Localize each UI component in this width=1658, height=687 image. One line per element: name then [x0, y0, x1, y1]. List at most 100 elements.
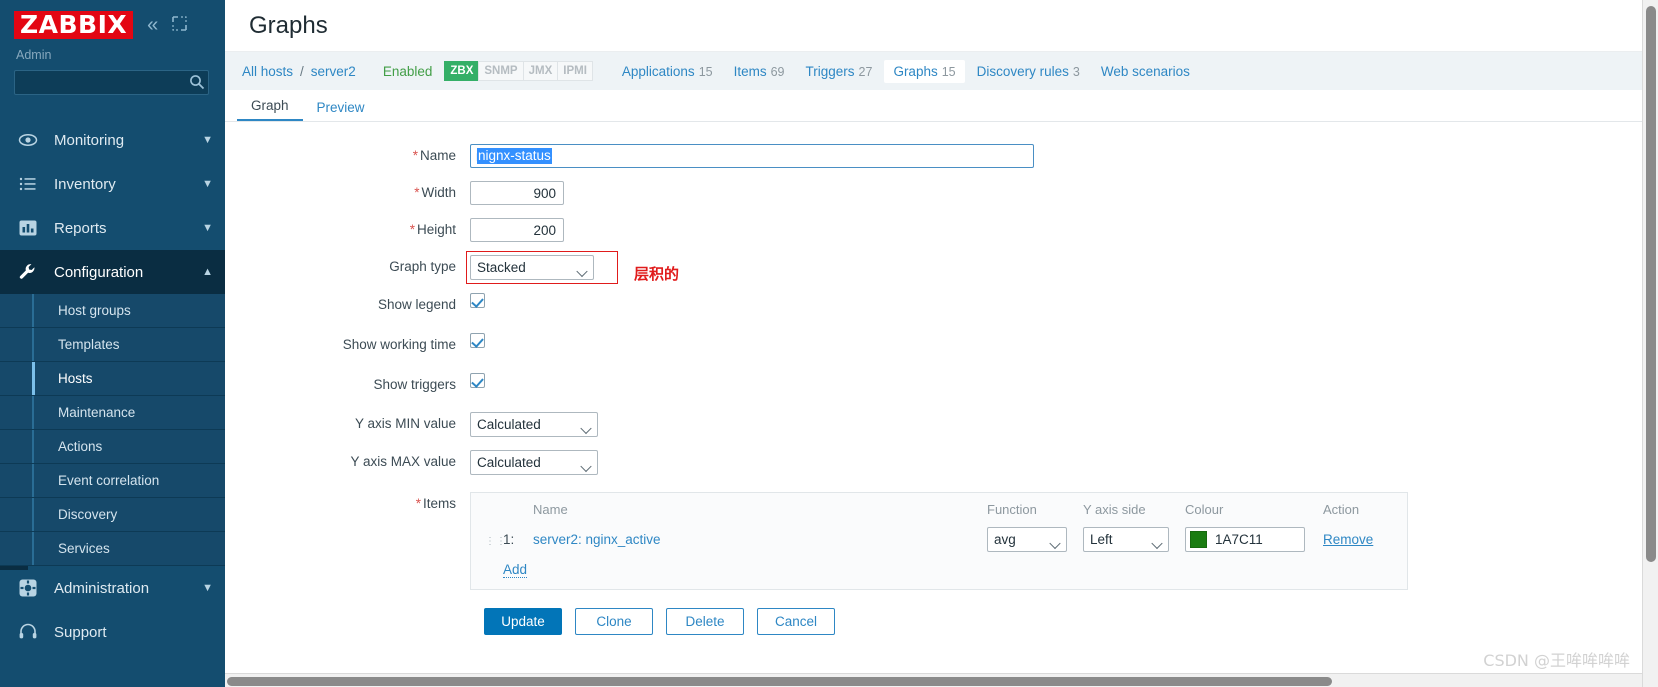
vertical-scrollbar[interactable] — [1642, 0, 1658, 687]
height-label: * Height — [225, 218, 470, 242]
y-axis-min-select[interactable]: Calculated — [470, 412, 598, 437]
required-marker: * — [414, 185, 420, 200]
field-label-text: Show working time — [342, 337, 456, 352]
item-y-axis-side-select[interactable]: Left — [1083, 527, 1169, 552]
name-input[interactable] — [470, 144, 1034, 168]
height-input[interactable] — [470, 218, 564, 242]
drag-handle-icon[interactable]: ⋮⋮ — [485, 537, 506, 547]
nav-tab-label: Triggers — [805, 63, 855, 79]
watermark: CSDN @王哞哞哞哞 — [1483, 651, 1630, 670]
show-working-time-checkbox[interactable] — [470, 333, 485, 348]
sidebar-item-support[interactable]: Support — [0, 610, 225, 654]
graph-type-select[interactable]: Stacked — [470, 255, 594, 280]
sidebar-item-templates[interactable]: Templates — [0, 328, 225, 362]
chevron-up-icon: ▲ — [202, 266, 213, 278]
search-input[interactable] — [14, 70, 209, 95]
sidebar-subitem-label: Hosts — [58, 371, 93, 386]
row-name-cell: server2: nginx_active — [529, 525, 983, 554]
delete-button[interactable]: Delete — [666, 608, 744, 635]
row-action-cell: Remove — [1319, 525, 1397, 554]
sidebar-item-host-groups[interactable]: Host groups — [0, 294, 225, 328]
update-button[interactable]: Update — [484, 608, 562, 635]
sidebar-item-administration[interactable]: Administration ▼ — [0, 566, 225, 610]
show-triggers-label: Show triggers — [225, 373, 470, 397]
sidebar-item-discovery[interactable]: Discovery — [0, 498, 225, 532]
breadcrumb-separator: / — [300, 63, 304, 79]
nav-tab-label: Applications — [621, 63, 695, 79]
main-content: Graphs All hosts / server2 Enabled ZBX S… — [225, 0, 1658, 687]
tab-graph[interactable]: Graph — [237, 93, 303, 121]
required-marker: * — [412, 148, 418, 163]
col-drag — [481, 501, 499, 525]
horizontal-scrollbar[interactable] — [225, 673, 1642, 687]
field-label-text: Items — [422, 496, 456, 511]
item-function-select[interactable]: avg — [987, 527, 1067, 552]
protocol-badge-zbx: ZBX — [444, 61, 479, 81]
horizontal-scrollbar-thumb[interactable] — [227, 677, 1332, 686]
cancel-button[interactable]: Cancel — [757, 608, 835, 635]
nav-tab-web-scenarios[interactable]: Web scenarios — [1092, 60, 1199, 83]
show-legend-checkbox[interactable] — [470, 293, 485, 308]
add-item-link[interactable]: Add — [503, 562, 528, 578]
chevrons-left-icon[interactable]: « — [147, 15, 158, 35]
col-y-axis-side: Y axis side — [1083, 502, 1146, 517]
breadcrumb-host[interactable]: server2 — [311, 64, 356, 79]
tab-preview[interactable]: Preview — [303, 95, 379, 121]
nav-tab-triggers[interactable]: Triggers 27 — [797, 60, 882, 83]
show-triggers-field-wrap — [470, 373, 485, 388]
y-axis-min-field-wrap: Calculated — [470, 412, 598, 437]
item-colour-input[interactable]: 1A7C11 — [1185, 527, 1305, 552]
clone-button[interactable]: Clone — [575, 608, 653, 635]
expand-icon[interactable] — [172, 16, 188, 34]
sidebar-item-inventory[interactable]: Inventory ▼ — [0, 162, 225, 206]
sidebar-item-monitoring[interactable]: Monitoring ▼ — [0, 118, 225, 162]
show-triggers-checkbox[interactable] — [470, 373, 485, 388]
item-name-link[interactable]: server2: nginx_active — [533, 532, 661, 547]
y-axis-max-select[interactable]: Calculated — [470, 450, 598, 475]
field-label-text: Height — [416, 222, 456, 237]
items-table: Name Function Y axis side Colour Action — [481, 501, 1397, 554]
remove-item-link[interactable]: Remove — [1323, 532, 1373, 547]
form-actions: Update Clone Delete Cancel — [470, 608, 1658, 635]
sidebar-item-event-correlation[interactable]: Event correlation — [0, 464, 225, 498]
vertical-scrollbar-thumb[interactable] — [1646, 6, 1656, 562]
field-row-show-working-time: Show working time — [225, 333, 1658, 357]
nav-tab-items[interactable]: Items 69 — [725, 60, 794, 83]
field-label-text: Width — [421, 185, 456, 200]
col-action: Action — [1323, 502, 1360, 517]
annotation-text: 层积的 — [634, 265, 680, 283]
field-label-text: Graph type — [389, 259, 456, 274]
protocol-badge-jmx: JMX — [522, 61, 558, 81]
nav-tab-count: 69 — [770, 64, 785, 79]
required-marker: * — [409, 222, 415, 237]
field-label-text: Name — [419, 148, 456, 163]
breadcrumb: All hosts / server2 Enabled ZBX SNMP JMX… — [225, 52, 1658, 90]
y-axis-min-select-wrap: Calculated — [470, 412, 598, 437]
sidebar-subitem-label: Event correlation — [58, 473, 160, 488]
chart-bar-icon — [18, 218, 44, 238]
breadcrumb-all-hosts[interactable]: All hosts — [242, 64, 293, 79]
nav-tab-graphs[interactable]: Graphs 15 — [884, 59, 965, 83]
name-label: * Name — [225, 144, 470, 168]
sidebar-item-services[interactable]: Services — [0, 532, 225, 566]
sidebar-item-label: Administration — [54, 579, 150, 597]
nav-tab-discovery-rules[interactable]: Discovery rules 3 — [968, 60, 1089, 83]
y-axis-max-field-wrap: Calculated — [470, 450, 598, 475]
page-title-bar: Graphs — [225, 0, 1658, 52]
items-panel: Name Function Y axis side Colour Action — [470, 492, 1408, 590]
sidebar-item-actions[interactable]: Actions — [0, 430, 225, 464]
width-input[interactable] — [470, 181, 564, 205]
sidebar-item-configuration[interactable]: Configuration ▲ — [0, 250, 225, 294]
host-status-badge[interactable]: Enabled — [383, 64, 433, 79]
nav-tab-count: 15 — [941, 64, 956, 79]
sidebar-item-maintenance[interactable]: Maintenance — [0, 396, 225, 430]
field-row-height: * Height — [225, 218, 1658, 242]
nav-tab-applications[interactable]: Applications 15 — [613, 60, 722, 83]
graph-type-label: Graph type — [225, 255, 470, 279]
sidebar-item-hosts[interactable]: Hosts — [0, 362, 225, 396]
items-field-wrap: Name Function Y axis side Colour Action — [470, 492, 1408, 590]
field-row-y-axis-max: Y axis MAX value Calculated — [225, 450, 1658, 475]
colour-swatch[interactable] — [1190, 531, 1207, 548]
sidebar-item-reports[interactable]: Reports ▼ — [0, 206, 225, 250]
sidebar-menu: Monitoring ▼ Inventory ▼ Reports ▼ Confi… — [0, 118, 225, 654]
